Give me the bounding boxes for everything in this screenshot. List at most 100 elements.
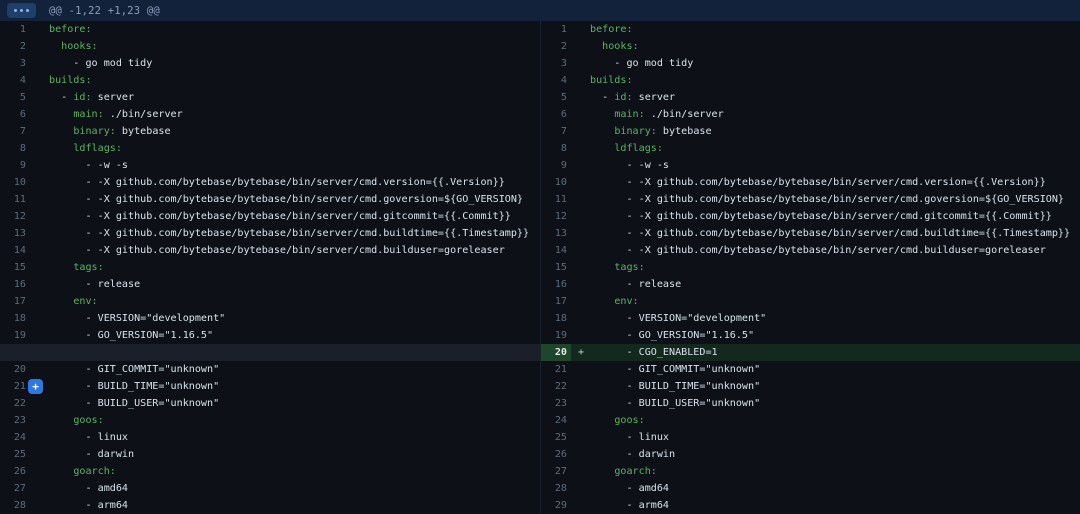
code-token: - GIT_COMMIT="unknown"	[590, 364, 760, 375]
line-number[interactable]: 12	[541, 208, 571, 225]
diff-marker	[571, 412, 590, 429]
diff-marker	[30, 157, 49, 174]
line-number[interactable]: 21	[0, 378, 30, 395]
code-token: bytebase	[116, 126, 171, 137]
diff-row: 11 - -X github.com/bytebase/bytebase/bin…	[0, 191, 540, 208]
code-token: - GIT_COMMIT="unknown"	[49, 364, 219, 375]
line-number[interactable]: 29	[541, 497, 571, 514]
line-number[interactable]: 3	[0, 55, 30, 72]
diff-marker	[571, 140, 590, 157]
line-number[interactable]: 14	[541, 242, 571, 259]
code-line: before:	[590, 21, 1080, 38]
line-number[interactable]: 2	[0, 38, 30, 55]
line-number[interactable]: 7	[0, 123, 30, 140]
diff-row: 23 - BUILD_USER="unknown"	[541, 395, 1080, 412]
diff-row: 25 - darwin	[0, 446, 540, 463]
code-token: - CGO_ENABLED=1	[590, 347, 718, 358]
code-line: - linux	[590, 429, 1080, 446]
diff-viewer: @@ -1,22 +1,23 @@ 1before:2 hooks:3 - go…	[0, 0, 1080, 514]
line-number[interactable]: 26	[541, 446, 571, 463]
line-number[interactable]: 2	[541, 38, 571, 55]
expand-hunk-button[interactable]	[7, 3, 36, 18]
code-line: builds:	[49, 72, 540, 89]
line-number[interactable]: 11	[541, 191, 571, 208]
line-number[interactable]: 25	[0, 446, 30, 463]
line-number[interactable]: 23	[541, 395, 571, 412]
line-number[interactable]: 7	[541, 123, 571, 140]
line-number[interactable]: 12	[0, 208, 30, 225]
line-number[interactable]: 16	[0, 276, 30, 293]
line-number[interactable]: 8	[0, 140, 30, 157]
diff-row: 17 env:	[541, 293, 1080, 310]
line-number[interactable]: 26	[0, 463, 30, 480]
code-line: env:	[590, 293, 1080, 310]
line-number[interactable]: 22	[541, 378, 571, 395]
line-number[interactable]: 25	[541, 429, 571, 446]
line-number[interactable]: 17	[541, 293, 571, 310]
line-number[interactable]: 16	[541, 276, 571, 293]
line-number[interactable]: 27	[541, 463, 571, 480]
line-number[interactable]: 10	[541, 174, 571, 191]
line-number[interactable]: 23	[0, 412, 30, 429]
line-number[interactable]: 24	[541, 412, 571, 429]
code-token: - release	[49, 279, 140, 290]
add-comment-button[interactable]: +	[28, 379, 43, 394]
line-number[interactable]: 20	[0, 361, 30, 378]
code-line: builds:	[590, 72, 1080, 89]
code-token	[49, 143, 73, 154]
code-token: - amd64	[49, 483, 128, 494]
yaml-key-token: goos:	[73, 415, 103, 426]
line-number[interactable]: 6	[0, 106, 30, 123]
line-number[interactable]: 1	[541, 21, 571, 38]
line-number[interactable]: 21	[541, 361, 571, 378]
diff-marker	[30, 412, 49, 429]
diff-marker	[30, 140, 49, 157]
line-number[interactable]: 13	[0, 225, 30, 242]
yaml-key-token: builds:	[590, 75, 633, 86]
diff-marker	[571, 123, 590, 140]
line-number[interactable]: 17	[0, 293, 30, 310]
code-line	[49, 344, 540, 361]
line-number[interactable]: 3	[541, 55, 571, 72]
line-number[interactable]: 27	[0, 480, 30, 497]
line-number[interactable]: 15	[541, 259, 571, 276]
line-number[interactable]: 18	[0, 310, 30, 327]
diff-row: 18 - VERSION="development"	[541, 310, 1080, 327]
code-token: server	[633, 92, 676, 103]
line-number[interactable]: 24	[0, 429, 30, 446]
line-number[interactable]: 10	[0, 174, 30, 191]
diff-pane-old: 1before:2 hooks:3 - go mod tidy4builds:5…	[0, 21, 540, 514]
diff-marker	[30, 106, 49, 123]
code-token: - arm64	[590, 500, 669, 511]
line-number[interactable]: 19	[541, 327, 571, 344]
code-token: - -w -s	[49, 160, 128, 171]
line-number[interactable]: 28	[0, 497, 30, 514]
line-number[interactable]: 9	[0, 157, 30, 174]
line-number[interactable]: 20	[541, 344, 571, 361]
line-number[interactable]: 5	[541, 89, 571, 106]
line-number[interactable]: 4	[0, 72, 30, 89]
line-number[interactable]: 19	[0, 327, 30, 344]
line-number[interactable]: 9	[541, 157, 571, 174]
diff-row: 6 main: ./bin/server	[0, 106, 540, 123]
line-number[interactable]: 5	[0, 89, 30, 106]
diff-row: 19 - GO_VERSION="1.16.5"	[541, 327, 1080, 344]
hunk-header-text: @@ -1,22 +1,23 @@	[49, 5, 160, 17]
line-number[interactable]: 14	[0, 242, 30, 259]
line-number[interactable]: 4	[541, 72, 571, 89]
line-number[interactable]: 6	[541, 106, 571, 123]
code-line: - amd64	[590, 480, 1080, 497]
line-number[interactable]: 8	[541, 140, 571, 157]
line-number[interactable]: 11	[0, 191, 30, 208]
line-number[interactable]: 15	[0, 259, 30, 276]
line-number[interactable]: 28	[541, 480, 571, 497]
line-number[interactable]: 22	[0, 395, 30, 412]
line-number[interactable]: 13	[541, 225, 571, 242]
line-number[interactable]: 1	[0, 21, 30, 38]
code-token: - darwin	[590, 449, 675, 460]
diff-marker	[30, 242, 49, 259]
line-number[interactable]: 18	[541, 310, 571, 327]
code-line: - -X github.com/bytebase/bytebase/bin/se…	[49, 191, 540, 208]
code-line: - amd64	[49, 480, 540, 497]
diff-row: 25 - linux	[541, 429, 1080, 446]
